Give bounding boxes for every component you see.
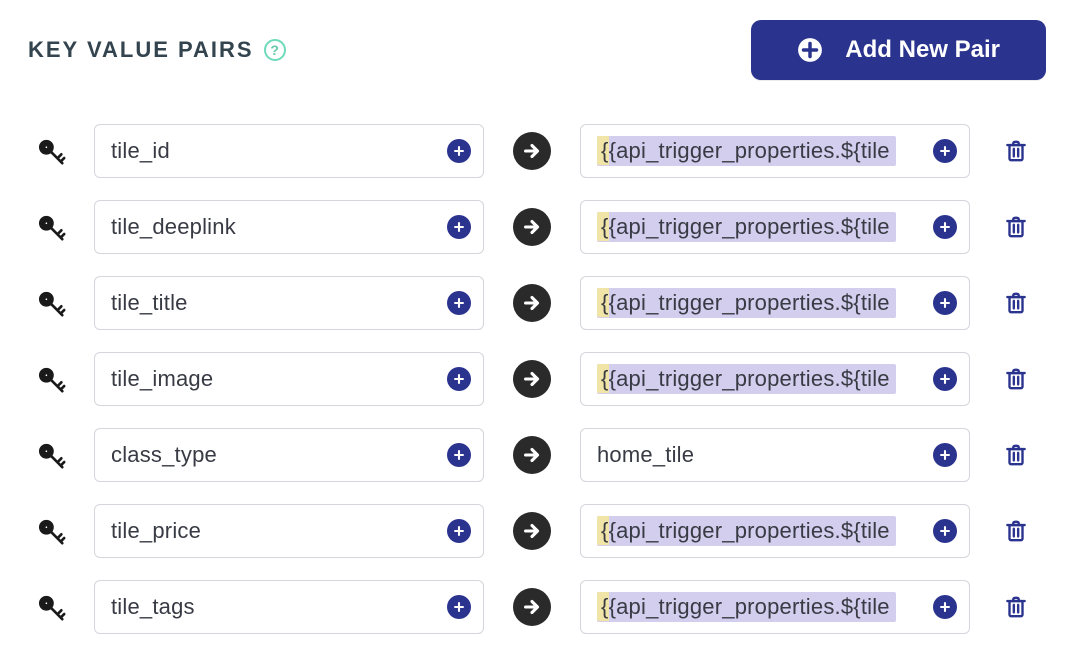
delete-row-button[interactable]: [988, 290, 1044, 316]
plus-icon: [938, 448, 952, 462]
pair-row: tile_tags {{api_trigger_properties.${til…: [28, 580, 1046, 634]
maps-to-icon: [502, 132, 562, 170]
value-input[interactable]: {{api_trigger_properties.${tile: [580, 352, 970, 406]
delete-row-button[interactable]: [988, 214, 1044, 240]
key-input-text: tile_id: [111, 138, 170, 164]
key-input-text: tile_image: [111, 366, 213, 392]
value-insert-button[interactable]: [933, 139, 957, 163]
key-icon: [28, 516, 76, 546]
value-input[interactable]: {{api_trigger_properties.${tile: [580, 504, 970, 558]
key-input-text: tile_price: [111, 518, 201, 544]
key-icon: [28, 440, 76, 470]
add-new-pair-label: Add New Pair: [845, 36, 1000, 64]
plus-icon: [938, 524, 952, 538]
value-input[interactable]: {{api_trigger_properties.${tile: [580, 276, 970, 330]
pairs-list: tile_id {{api_trigger_properties.${tile …: [28, 124, 1046, 634]
pair-row: class_type home_tile: [28, 428, 1046, 482]
value-input-text: {{api_trigger_properties.${tile: [597, 592, 896, 622]
trash-icon: [1003, 214, 1029, 240]
key-input-text: tile_deeplink: [111, 214, 236, 240]
key-insert-button[interactable]: [447, 595, 471, 619]
trash-icon: [1003, 594, 1029, 620]
value-insert-button[interactable]: [933, 443, 957, 467]
value-input-text: {{api_trigger_properties.${tile: [597, 212, 896, 242]
value-input-text: {{api_trigger_properties.${tile: [597, 288, 896, 318]
plus-icon: [938, 372, 952, 386]
plus-icon: [938, 144, 952, 158]
value-insert-button[interactable]: [933, 519, 957, 543]
key-icon: [28, 136, 76, 166]
key-insert-button[interactable]: [447, 367, 471, 391]
plus-icon: [452, 524, 466, 538]
value-input-text: {{api_trigger_properties.${tile: [597, 364, 896, 394]
maps-to-icon: [502, 436, 562, 474]
delete-row-button[interactable]: [988, 138, 1044, 164]
key-input[interactable]: tile_image: [94, 352, 484, 406]
value-insert-button[interactable]: [933, 367, 957, 391]
plus-icon: [452, 220, 466, 234]
delete-row-button[interactable]: [988, 442, 1044, 468]
maps-to-icon: [502, 512, 562, 550]
maps-to-icon: [502, 588, 562, 626]
plus-icon: [452, 448, 466, 462]
section-title: KEY VALUE PAIRS: [28, 37, 254, 63]
key-insert-button[interactable]: [447, 291, 471, 315]
value-input[interactable]: {{api_trigger_properties.${tile: [580, 580, 970, 634]
key-input-text: tile_tags: [111, 594, 195, 620]
pair-row: tile_deeplink {{api_trigger_properties.$…: [28, 200, 1046, 254]
maps-to-icon: [502, 208, 562, 246]
key-input[interactable]: class_type: [94, 428, 484, 482]
key-input[interactable]: tile_deeplink: [94, 200, 484, 254]
plus-icon: [452, 372, 466, 386]
key-icon: [28, 212, 76, 242]
key-icon: [28, 364, 76, 394]
pair-row: tile_image {{api_trigger_properties.${ti…: [28, 352, 1046, 406]
key-input[interactable]: tile_tags: [94, 580, 484, 634]
trash-icon: [1003, 518, 1029, 544]
delete-row-button[interactable]: [988, 366, 1044, 392]
value-insert-button[interactable]: [933, 595, 957, 619]
plus-icon: [938, 296, 952, 310]
delete-row-button[interactable]: [988, 594, 1044, 620]
key-icon: [28, 288, 76, 318]
plus-icon: [452, 296, 466, 310]
section-header: KEY VALUE PAIRS ? Add New Pair: [28, 16, 1046, 80]
key-icon: [28, 592, 76, 622]
value-input[interactable]: {{api_trigger_properties.${tile: [580, 200, 970, 254]
value-input[interactable]: {{api_trigger_properties.${tile: [580, 124, 970, 178]
value-input-text: {{api_trigger_properties.${tile: [597, 516, 896, 546]
pair-row: tile_id {{api_trigger_properties.${tile: [28, 124, 1046, 178]
key-input[interactable]: tile_price: [94, 504, 484, 558]
key-input-text: tile_title: [111, 290, 188, 316]
key-input-text: class_type: [111, 442, 217, 468]
trash-icon: [1003, 366, 1029, 392]
pair-row: tile_title {{api_trigger_properties.${ti…: [28, 276, 1046, 330]
add-new-pair-button[interactable]: Add New Pair: [751, 20, 1046, 80]
plus-icon: [938, 600, 952, 614]
maps-to-icon: [502, 284, 562, 322]
value-insert-button[interactable]: [933, 215, 957, 239]
delete-row-button[interactable]: [988, 518, 1044, 544]
key-insert-button[interactable]: [447, 519, 471, 543]
key-insert-button[interactable]: [447, 139, 471, 163]
value-input[interactable]: home_tile: [580, 428, 970, 482]
plus-icon: [452, 600, 466, 614]
help-icon[interactable]: ?: [264, 39, 286, 61]
value-insert-button[interactable]: [933, 291, 957, 315]
maps-to-icon: [502, 360, 562, 398]
value-input-text: home_tile: [597, 442, 694, 468]
value-input-text: {{api_trigger_properties.${tile: [597, 136, 896, 166]
pair-row: tile_price {{api_trigger_properties.${ti…: [28, 504, 1046, 558]
plus-icon: [452, 144, 466, 158]
key-input[interactable]: tile_title: [94, 276, 484, 330]
trash-icon: [1003, 290, 1029, 316]
plus-circle-icon: [797, 37, 823, 63]
trash-icon: [1003, 138, 1029, 164]
key-insert-button[interactable]: [447, 215, 471, 239]
plus-icon: [938, 220, 952, 234]
key-input[interactable]: tile_id: [94, 124, 484, 178]
key-insert-button[interactable]: [447, 443, 471, 467]
trash-icon: [1003, 442, 1029, 468]
